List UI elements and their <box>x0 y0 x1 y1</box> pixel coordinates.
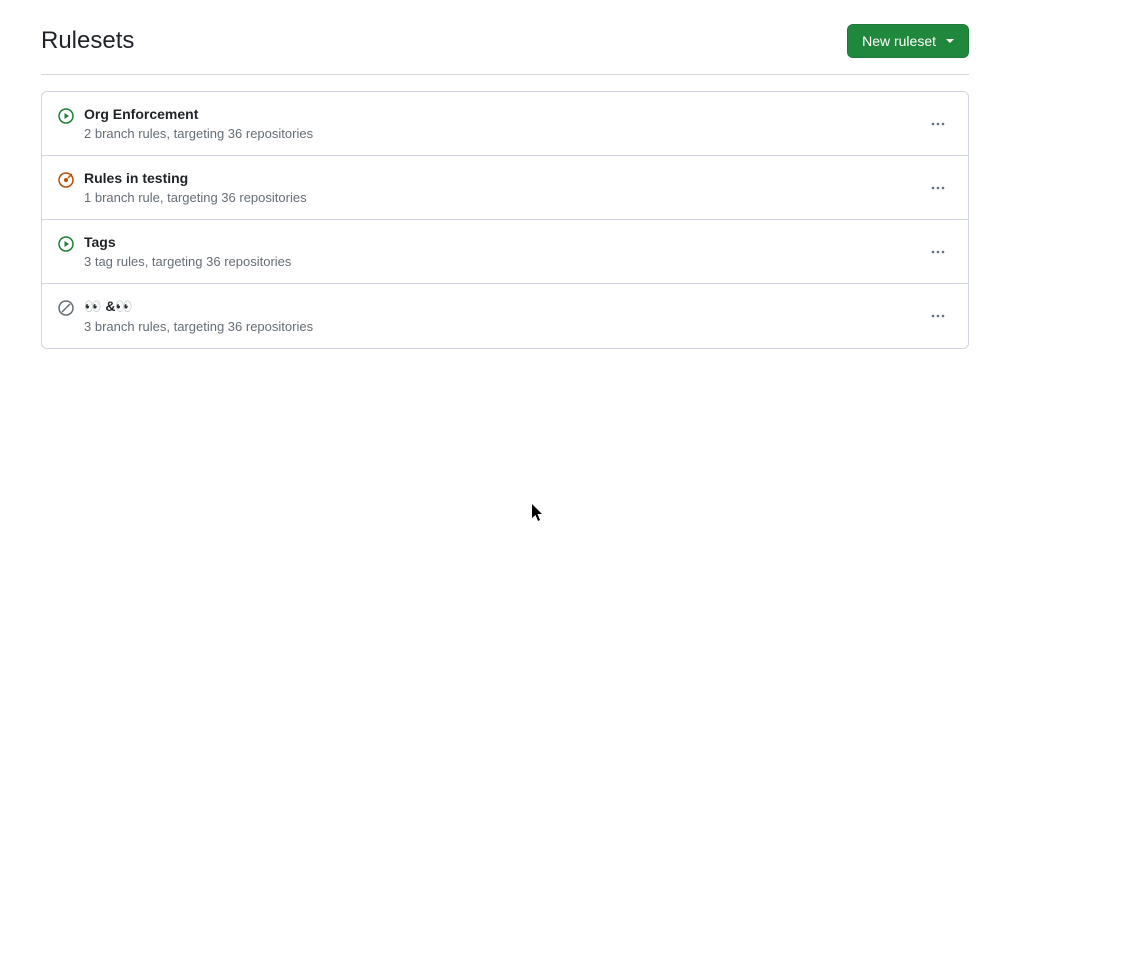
ruleset-row-left: Rules in testing 1 branch rule, targetin… <box>58 170 307 205</box>
ruleset-subtitle: 3 branch rules, targeting 36 repositorie… <box>84 319 313 334</box>
ruleset-row-left: Org Enforcement 2 branch rules, targetin… <box>58 106 313 141</box>
goal-testing-icon <box>58 172 74 188</box>
chevron-down-icon <box>946 39 954 43</box>
page-header: Rulesets New ruleset <box>41 24 969 75</box>
new-ruleset-button[interactable]: New ruleset <box>847 24 969 58</box>
ruleset-row-left: 👀 &👀 3 branch rules, targeting 36 reposi… <box>58 298 313 334</box>
new-ruleset-label: New ruleset <box>862 31 936 51</box>
ruleset-name: 👀 &👀 <box>84 298 313 315</box>
ruleset-row[interactable]: Tags 3 tag rules, targeting 36 repositor… <box>42 219 968 283</box>
ruleset-name: Rules in testing <box>84 170 307 186</box>
play-active-icon <box>58 108 74 124</box>
play-active-icon <box>58 236 74 252</box>
skip-disabled-icon <box>58 300 74 316</box>
ruleset-subtitle: 3 tag rules, targeting 36 repositories <box>84 254 291 269</box>
ruleset-row[interactable]: Rules in testing 1 branch rule, targetin… <box>42 155 968 219</box>
kebab-icon <box>930 244 946 260</box>
ruleset-row-left: Tags 3 tag rules, targeting 36 repositor… <box>58 234 291 269</box>
kebab-icon <box>930 116 946 132</box>
ruleset-subtitle: 1 branch rule, targeting 36 repositories <box>84 190 307 205</box>
ruleset-actions-button[interactable] <box>924 110 952 138</box>
kebab-icon <box>930 180 946 196</box>
kebab-icon <box>930 308 946 324</box>
rulesets-list: Org Enforcement 2 branch rules, targetin… <box>41 91 969 349</box>
ruleset-row[interactable]: 👀 &👀 3 branch rules, targeting 36 reposi… <box>42 283 968 348</box>
ruleset-name: Org Enforcement <box>84 106 313 122</box>
ruleset-subtitle: 2 branch rules, targeting 36 repositorie… <box>84 126 313 141</box>
mouse-cursor-icon <box>532 504 544 522</box>
ruleset-name: Tags <box>84 234 291 250</box>
ruleset-actions-button[interactable] <box>924 238 952 266</box>
ruleset-row[interactable]: Org Enforcement 2 branch rules, targetin… <box>42 92 968 155</box>
page-title: Rulesets <box>41 26 134 56</box>
ruleset-actions-button[interactable] <box>924 174 952 202</box>
ruleset-actions-button[interactable] <box>924 302 952 330</box>
